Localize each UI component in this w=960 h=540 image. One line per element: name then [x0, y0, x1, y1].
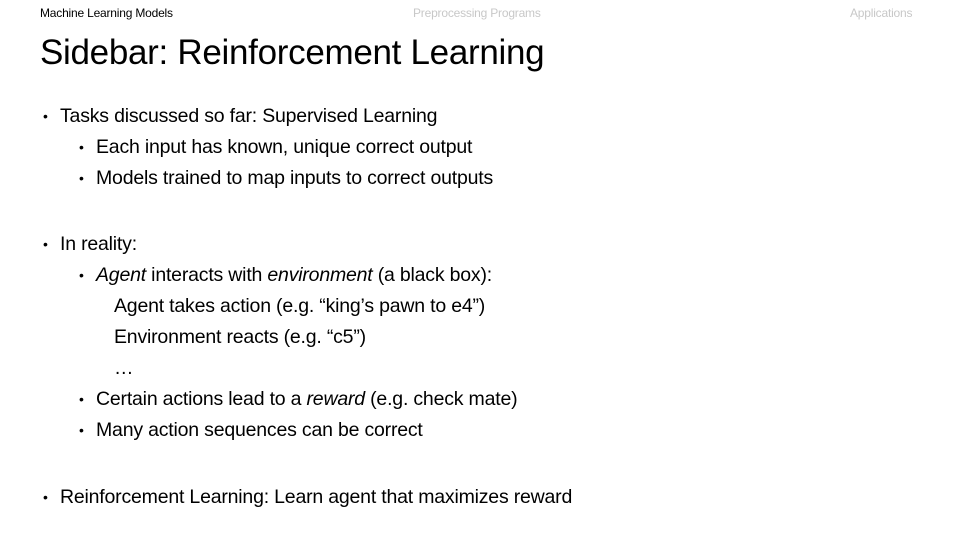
bullet-dot-icon: • — [79, 391, 84, 407]
bullet-text: interacts with — [145, 264, 268, 286]
bullet-dot-icon: • — [43, 489, 48, 505]
bullet-known-output: • Each input has known, unique correct o… — [79, 135, 473, 159]
bullet-text: In reality: — [60, 233, 137, 255]
bullet-in-reality: • In reality: — [43, 232, 137, 256]
term-reward: reward — [306, 388, 366, 410]
nav-item-applications[interactable]: Applications — [850, 6, 913, 20]
bullet-agent-interacts: • Agent interacts with environment (a bl… — [79, 263, 492, 287]
bullet-text: Each input has known, unique correct out… — [96, 136, 473, 158]
bullet-dot-icon: • — [79, 139, 84, 155]
bullet-text: (e.g. check mate) — [364, 388, 518, 410]
term-agent: Agent — [96, 264, 146, 286]
bullet-dot-icon: • — [43, 108, 48, 124]
bullet-reinforcement-learning: • Reinforcement Learning: Learn agent th… — [43, 485, 573, 509]
bullet-dot-icon: • — [79, 422, 84, 438]
nav-item-machine-learning-models[interactable]: Machine Learning Models — [40, 6, 173, 20]
slide-title: Sidebar: Reinforcement Learning — [40, 33, 545, 72]
bullet-dot-icon: • — [79, 267, 84, 283]
bullet-text: Reinforcement Learning: Learn agent that… — [60, 486, 573, 508]
bullet-text: Certain actions lead to a — [96, 388, 307, 410]
step-environment-reacts: Environment reacts (e.g. “c5”) — [114, 326, 366, 348]
bullet-text: Many action sequences can be correct — [96, 419, 423, 441]
bullet-many-sequences: • Many action sequences can be correct — [79, 418, 423, 442]
nav-item-preprocessing-programs[interactable]: Preprocessing Programs — [413, 6, 541, 20]
term-environment: environment — [267, 264, 373, 286]
step-agent-action: Agent takes action (e.g. “king’s pawn to… — [114, 295, 486, 317]
bullet-reward: • Certain actions lead to a reward (e.g.… — [79, 387, 518, 411]
bullet-text: Models trained to map inputs to correct … — [96, 167, 494, 189]
bullet-dot-icon: • — [43, 236, 48, 252]
bullet-dot-icon: • — [79, 170, 84, 186]
bullet-models-trained: • Models trained to map inputs to correc… — [79, 166, 494, 190]
bullet-supervised-learning: • Tasks discussed so far: Supervised Lea… — [43, 104, 438, 128]
bullet-text: Tasks discussed so far: Supervised Learn… — [60, 105, 438, 127]
bullet-text: (a black box): — [372, 264, 492, 286]
step-ellipsis: … — [114, 357, 134, 379]
